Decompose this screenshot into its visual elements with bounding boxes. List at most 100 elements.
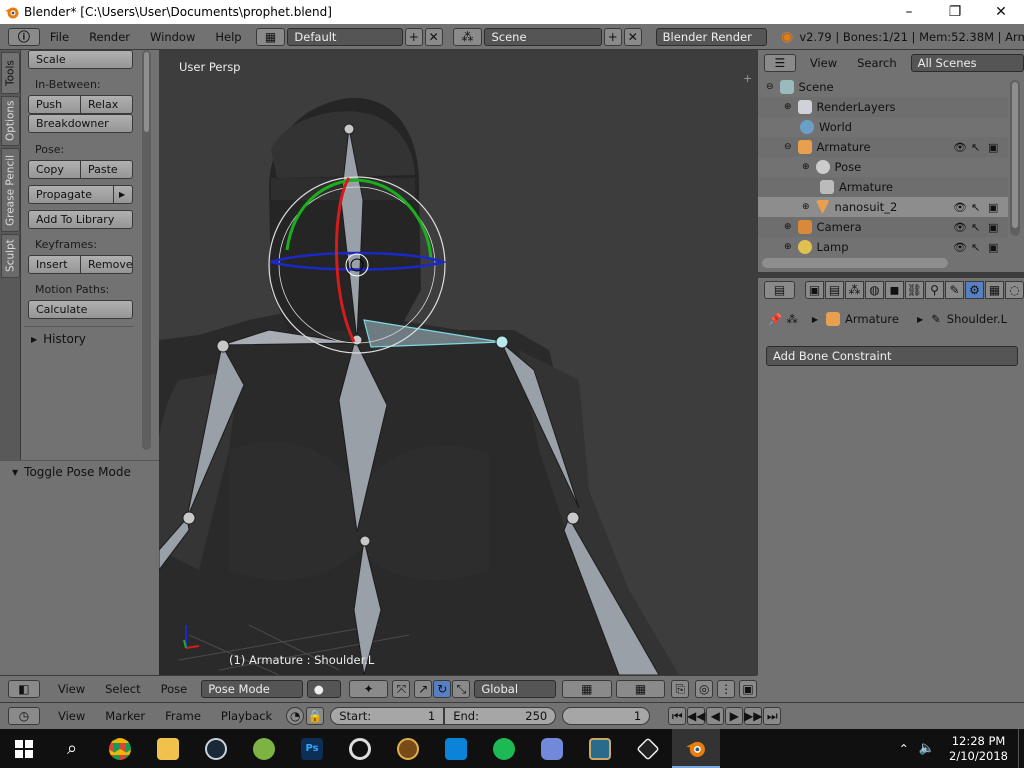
render-engine-select[interactable]: Blender Render [655,27,768,46]
constraints-tab-icon[interactable]: ⛓ [905,281,924,299]
paste-pose-button[interactable]: Paste [80,160,133,179]
file-explorer-taskbar-button[interactable] [144,729,192,768]
timeline-menu-playback[interactable]: Playback [211,709,282,723]
relax-button[interactable]: Relax [80,95,133,114]
insert-keyframe-button[interactable]: Insert [28,255,81,274]
scene-select[interactable]: Scene [484,27,602,46]
toolshelf-scrollbar[interactable] [142,50,151,450]
copy-pose-button[interactable]: Copy [28,160,81,179]
menu-help[interactable]: Help [205,30,251,44]
add-bone-constraint-select[interactable]: Add Bone Constraint [766,346,1018,366]
expand-icon[interactable]: ⊕ [784,102,792,112]
world-tab-icon[interactable]: ◍ [865,281,884,299]
calculate-paths-button[interactable]: Calculate [28,300,133,319]
tab-grease-pencil[interactable]: Grease Pencil [1,148,20,232]
selectable-cursor-icon[interactable]: ↖ [971,201,980,214]
render-tab-icon[interactable]: ▣ [805,281,824,299]
editor-type-properties-button[interactable]: ▤ [764,281,795,299]
outliner-row-renderlayers[interactable]: ⊕ RenderLayers [758,97,1008,117]
outliner-filter-select[interactable]: All Scenes [910,54,1024,72]
chrome-taskbar-button[interactable] [96,729,144,768]
render-camera-icon[interactable]: ▣ [988,201,998,214]
object-tab-icon[interactable]: ◼ [885,281,904,299]
search-button[interactable]: ⌕ [48,729,96,768]
toggle-pose-mode-header[interactable]: ▼ Toggle Pose Mode [12,465,131,479]
scene-layers-2[interactable]: ▦ [615,680,666,698]
lock-layers-icon[interactable]: ⎘ [671,680,690,698]
discord-taskbar-button[interactable] [528,729,576,768]
jump-end-icon[interactable]: ⏭ [763,707,782,725]
menu-window[interactable]: Window [140,30,205,44]
add-to-library-button[interactable]: Add To Library [28,210,133,229]
taskbar-clock[interactable]: 12:28 PM 2/10/2018 [949,734,1008,764]
start-button[interactable] [0,729,48,768]
opengl-render-icon[interactable]: ▣ [739,680,757,698]
proportional-edit-icon[interactable]: ◎ [695,680,714,698]
scene-tab-icon[interactable]: ⁂ [845,281,864,299]
camera-app-taskbar-button[interactable] [432,729,480,768]
app-taskbar-button[interactable] [240,729,288,768]
outliner-menu-search[interactable]: Search [847,56,907,70]
snap-element-icon[interactable]: ⋮ [717,680,736,698]
outliner-menu-view[interactable]: View [800,56,847,70]
pivot-point-select[interactable]: ✦ [348,680,389,698]
history-panel-header[interactable]: ▶ History [31,332,86,346]
photoshop-taskbar-button[interactable]: Ps [288,729,336,768]
menu-file[interactable]: File [40,30,79,44]
propagate-button[interactable]: Propagate [28,185,114,204]
add-layout-button[interactable]: + [404,27,423,46]
preview-range-icon[interactable]: ◔ [286,707,305,725]
pin-icon[interactable]: 📌 [768,312,782,326]
translate-manipulator-icon[interactable]: ↗ [414,680,433,698]
selectable-cursor-icon[interactable]: ↖ [971,221,980,234]
play-reverse-icon[interactable]: ◀ [706,707,725,725]
interaction-mode-select[interactable]: Pose Mode [201,680,303,698]
expand-icon[interactable]: ⊕ [784,242,792,252]
renderlayers-tab-icon[interactable]: ▤ [825,281,844,299]
expand-icon[interactable]: ⊕ [802,202,810,212]
collapse-icon[interactable]: ⊖ [766,82,774,92]
tab-tools[interactable]: Tools [1,52,20,94]
jump-keyframe-back-icon[interactable]: ◀◀ [687,707,705,725]
timeline-menu-frame[interactable]: Frame [155,709,211,723]
jump-keyframe-forward-icon[interactable]: ▶▶ [744,707,762,725]
lock-range-icon[interactable]: 🔒 [306,707,325,725]
add-scene-button[interactable]: + [603,27,622,46]
view3d-menu-select[interactable]: Select [95,682,150,696]
steam-taskbar-button[interactable] [192,729,240,768]
app2-taskbar-button[interactable] [576,729,624,768]
visibility-eye-icon[interactable]: 👁 [953,141,967,154]
armature-data-tab-icon[interactable]: ⚲ [925,281,944,299]
jump-start-icon[interactable]: ⏮ [668,707,687,725]
editor-type-3dview-button[interactable]: ◧ [8,680,40,698]
manipulator-toggle[interactable]: ⤧ [392,680,411,698]
frame-start-field[interactable]: Start: 1 [330,707,445,725]
expand-icon[interactable]: ⊕ [802,162,810,172]
texture-tab-icon[interactable]: ▦ [985,281,1004,299]
selectable-cursor-icon[interactable]: ↖ [971,141,980,154]
visibility-eye-icon[interactable]: 👁 [953,201,967,214]
scale-manipulator-icon[interactable]: ⤡ [452,680,471,698]
expand-icon[interactable]: ⊕ [784,222,792,232]
volume-icon[interactable]: 🔈 [919,741,935,756]
visibility-eye-icon[interactable]: 👁 [953,221,967,234]
viewport-shading-select[interactable]: ● [306,680,341,698]
outliner-scrollbar[interactable] [1010,80,1020,236]
breakdowner-button[interactable]: Breakdowner [28,114,133,133]
selectable-cursor-icon[interactable]: ↖ [971,241,980,254]
3d-viewport[interactable]: User Persp (1) Armature: Shoulder.L + [159,50,757,675]
remove-keyframe-button[interactable]: Remove [80,255,133,274]
show-desktop-button[interactable] [1018,729,1024,768]
view3d-menu-pose[interactable]: Pose [151,682,198,696]
view3d-menu-view[interactable]: View [48,682,95,696]
render-camera-icon[interactable]: ▣ [988,141,998,154]
play-icon[interactable]: ▶ [725,707,744,725]
spotify-taskbar-button[interactable] [480,729,528,768]
wow-taskbar-button[interactable] [384,729,432,768]
scene-layers-1[interactable]: ▦ [561,680,612,698]
show-hidden-icons[interactable]: ⌃ [899,742,909,756]
unity-taskbar-button[interactable] [624,729,672,768]
scale-button[interactable]: Scale [28,50,133,69]
close-button[interactable]: ✕ [978,0,1024,24]
tab-sculpt[interactable]: Sculpt [1,234,20,278]
